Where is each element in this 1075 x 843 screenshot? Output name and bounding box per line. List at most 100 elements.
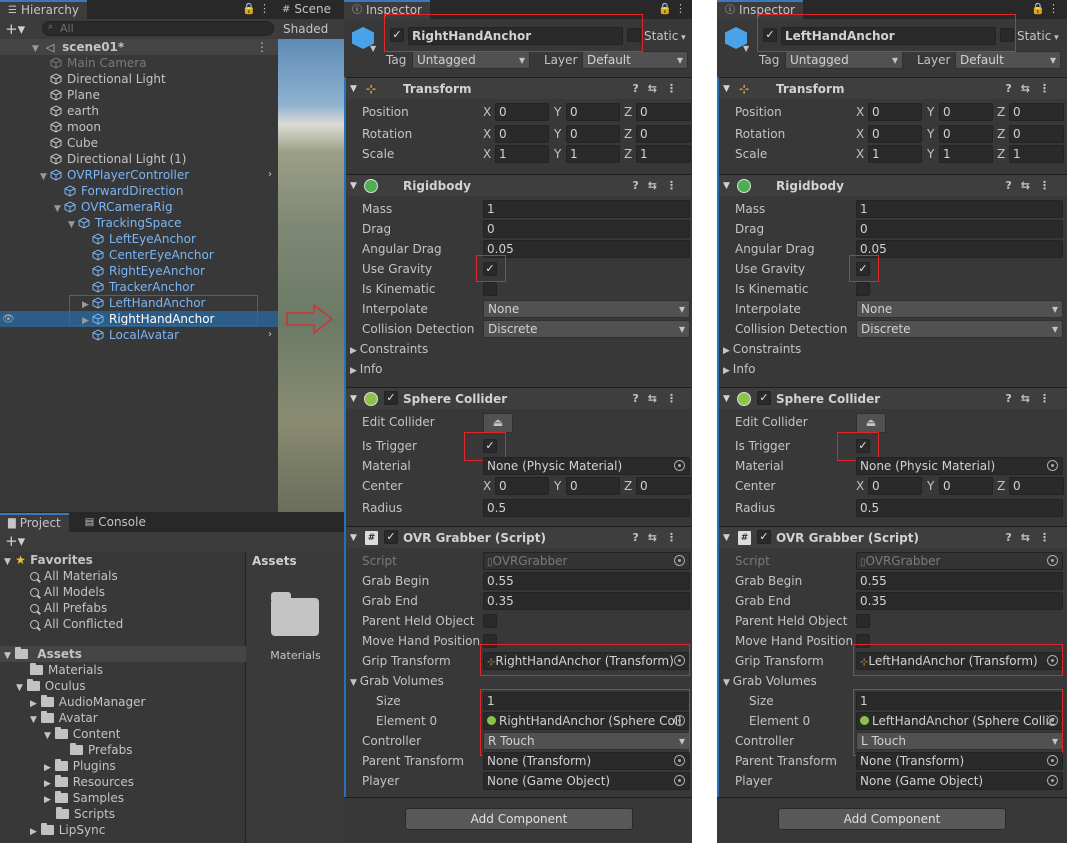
is-trigger-checkbox[interactable]: ✓ bbox=[483, 439, 497, 453]
drag-field[interactable]: 0 bbox=[856, 220, 1063, 238]
move-hand-position-checkbox[interactable] bbox=[483, 634, 497, 648]
chevron-down-icon[interactable]: ▼ bbox=[370, 44, 376, 53]
tree-item[interactable]: ▶ Plugins bbox=[44, 758, 116, 774]
tree-item[interactable]: Scripts bbox=[56, 806, 115, 822]
z-field[interactable]: 0 bbox=[1009, 477, 1064, 495]
mass-field[interactable]: 1 bbox=[483, 200, 690, 218]
x-field[interactable]: 0 bbox=[495, 477, 549, 495]
component-menu-icons[interactable]: ?⇆⋮ bbox=[1005, 78, 1059, 100]
sphere-collider-enabled-checkbox[interactable]: ✓ bbox=[757, 391, 771, 405]
y-field[interactable]: 1 bbox=[566, 145, 620, 163]
x-field[interactable]: 1 bbox=[495, 145, 549, 163]
transform-header[interactable]: ▼ ⊹ Transform ?⇆⋮ bbox=[344, 77, 694, 99]
controller-dropdown[interactable]: L Touch bbox=[856, 732, 1063, 750]
tree-item[interactable]: ▶ LipSync bbox=[30, 822, 105, 838]
active-checkbox[interactable]: ✓ bbox=[390, 28, 404, 42]
rigidbody-header[interactable]: ▼ Rigidbody ?⇆⋮ bbox=[344, 174, 694, 196]
radius-field[interactable]: 0.5 bbox=[856, 499, 1063, 517]
folder-icon[interactable] bbox=[271, 598, 319, 636]
search-input[interactable]: ⌕ All bbox=[42, 21, 274, 36]
add-component-button[interactable]: Add Component bbox=[778, 808, 1006, 830]
object-picker-icon[interactable] bbox=[674, 775, 685, 786]
drag-field[interactable]: 0 bbox=[483, 220, 690, 238]
hierarchy-item[interactable]: Main Camera bbox=[0, 55, 278, 71]
hierarchy-item[interactable]: earth bbox=[0, 103, 278, 119]
object-picker-icon[interactable] bbox=[1047, 655, 1058, 666]
ovr-grabber-header[interactable]: ▼ # ✓ OVR Grabber (Script) ?⇆⋮ bbox=[344, 526, 694, 548]
layer-dropdown[interactable]: Default bbox=[955, 51, 1061, 69]
z-field[interactable]: 0 bbox=[1009, 125, 1064, 143]
player-field[interactable]: None (Game Object) bbox=[483, 772, 690, 790]
transform-header[interactable]: ▼ ⊹ Transform ?⇆⋮ bbox=[717, 77, 1067, 99]
lock-icon[interactable]: 🔒 bbox=[1031, 2, 1045, 15]
chevron-right-icon[interactable]: › bbox=[268, 167, 272, 183]
is-trigger-checkbox[interactable]: ✓ bbox=[856, 439, 870, 453]
grab-begin-field[interactable]: 0.55 bbox=[856, 572, 1063, 590]
hierarchy-item[interactable]: Plane bbox=[0, 87, 278, 103]
menu-dots-icon[interactable]: ⋮ bbox=[675, 2, 686, 15]
grab-volumes-foldout[interactable]: ▼ Grab Volumes bbox=[723, 671, 817, 691]
tab-inspector[interactable]: ⓘ Inspector bbox=[717, 0, 803, 19]
material-field[interactable]: None (Physic Material) bbox=[483, 457, 690, 475]
add-component-button[interactable]: Add Component bbox=[405, 808, 633, 830]
favorite-item[interactable]: All Prefabs bbox=[30, 600, 107, 616]
material-field[interactable]: None (Physic Material) bbox=[856, 457, 1063, 475]
tab-inspector[interactable]: ⓘ Inspector bbox=[344, 0, 430, 19]
sphere-collider-header[interactable]: ▼ ✓ Sphere Collider ?⇆⋮ bbox=[344, 387, 694, 409]
tree-item[interactable]: Materials bbox=[30, 662, 103, 678]
ovr-grabber-enabled-checkbox[interactable]: ✓ bbox=[757, 530, 771, 544]
use-gravity-checkbox[interactable]: ✓ bbox=[483, 262, 497, 276]
component-menu-icons[interactable]: ?⇆⋮ bbox=[1005, 527, 1059, 549]
z-field[interactable]: 0 bbox=[636, 103, 691, 121]
ovr-grabber-enabled-checkbox[interactable]: ✓ bbox=[384, 530, 398, 544]
z-field[interactable]: 1 bbox=[1009, 145, 1064, 163]
tree-item[interactable]: ▼ Avatar bbox=[30, 710, 98, 726]
favorite-item[interactable]: All Materials bbox=[30, 568, 118, 584]
favorite-item[interactable]: All Models bbox=[30, 584, 105, 600]
grip-transform-field[interactable]: ⊹LeftHandAnchor (Transform) bbox=[856, 652, 1063, 670]
assets-header[interactable]: ▼ Assets bbox=[0, 646, 246, 662]
hierarchy-item[interactable]: ▼ OVRCameraRig bbox=[0, 199, 278, 215]
tag-dropdown[interactable]: Untagged bbox=[412, 51, 530, 69]
constraints-foldout[interactable]: ▶ Constraints bbox=[723, 339, 801, 359]
add-icon[interactable]: +▾ bbox=[5, 20, 25, 38]
object-picker-icon[interactable] bbox=[1047, 775, 1058, 786]
tree-item[interactable]: ▶ Samples bbox=[44, 790, 124, 806]
hierarchy-item[interactable]: ▶ LeftHandAnchor bbox=[0, 295, 278, 311]
static-dropdown[interactable]: Static ▾ bbox=[1017, 27, 1059, 47]
visibility-eye-icon[interactable]: 👁 bbox=[2, 314, 15, 325]
object-picker-icon[interactable] bbox=[674, 655, 685, 666]
scene-viewport[interactable] bbox=[278, 39, 344, 512]
angular-drag-field[interactable]: 0.05 bbox=[856, 240, 1063, 258]
hierarchy-item[interactable]: LeftEyeAnchor bbox=[0, 231, 278, 247]
static-checkbox[interactable] bbox=[627, 28, 641, 42]
player-field[interactable]: None (Game Object) bbox=[856, 772, 1063, 790]
collision-detection-dropdown[interactable]: Discrete bbox=[856, 320, 1063, 338]
static-dropdown[interactable]: Static ▾ bbox=[644, 27, 686, 47]
parent-held-object-checkbox[interactable] bbox=[483, 614, 497, 628]
favorites-header[interactable]: ▼ ★ Favorites bbox=[4, 552, 93, 568]
mass-field[interactable]: 1 bbox=[856, 200, 1063, 218]
grab-end-field[interactable]: 0.35 bbox=[856, 592, 1063, 610]
static-checkbox[interactable] bbox=[1000, 28, 1014, 42]
object-picker-icon[interactable] bbox=[1047, 755, 1058, 766]
size-field[interactable]: 1 bbox=[856, 692, 1063, 710]
interpolate-dropdown[interactable]: None bbox=[483, 300, 690, 318]
x-field[interactable]: 0 bbox=[868, 103, 922, 121]
x-field[interactable]: 0 bbox=[495, 125, 549, 143]
grab-end-field[interactable]: 0.35 bbox=[483, 592, 690, 610]
hierarchy-item[interactable]: TrackerAnchor bbox=[0, 279, 278, 295]
hierarchy-item[interactable]: moon bbox=[0, 119, 278, 135]
favorite-item[interactable]: All Conflicted bbox=[30, 616, 123, 632]
breadcrumb[interactable]: Assets bbox=[252, 554, 297, 568]
tab-console[interactable]: ▤ Console bbox=[77, 513, 154, 532]
use-gravity-checkbox[interactable]: ✓ bbox=[856, 262, 870, 276]
z-field[interactable]: 0 bbox=[1009, 103, 1064, 121]
component-menu-icons[interactable]: ?⇆⋮ bbox=[1005, 175, 1059, 197]
hierarchy-item[interactable]: Cube bbox=[0, 135, 278, 151]
hierarchy-item[interactable]: Directional Light (1) bbox=[0, 151, 278, 167]
parent-held-object-checkbox[interactable] bbox=[856, 614, 870, 628]
hierarchy-item[interactable]: ▼ OVRPlayerController › bbox=[0, 167, 278, 183]
tab-hierarchy[interactable]: ☰ Hierarchy bbox=[0, 0, 87, 19]
x-field[interactable]: 0 bbox=[868, 477, 922, 495]
